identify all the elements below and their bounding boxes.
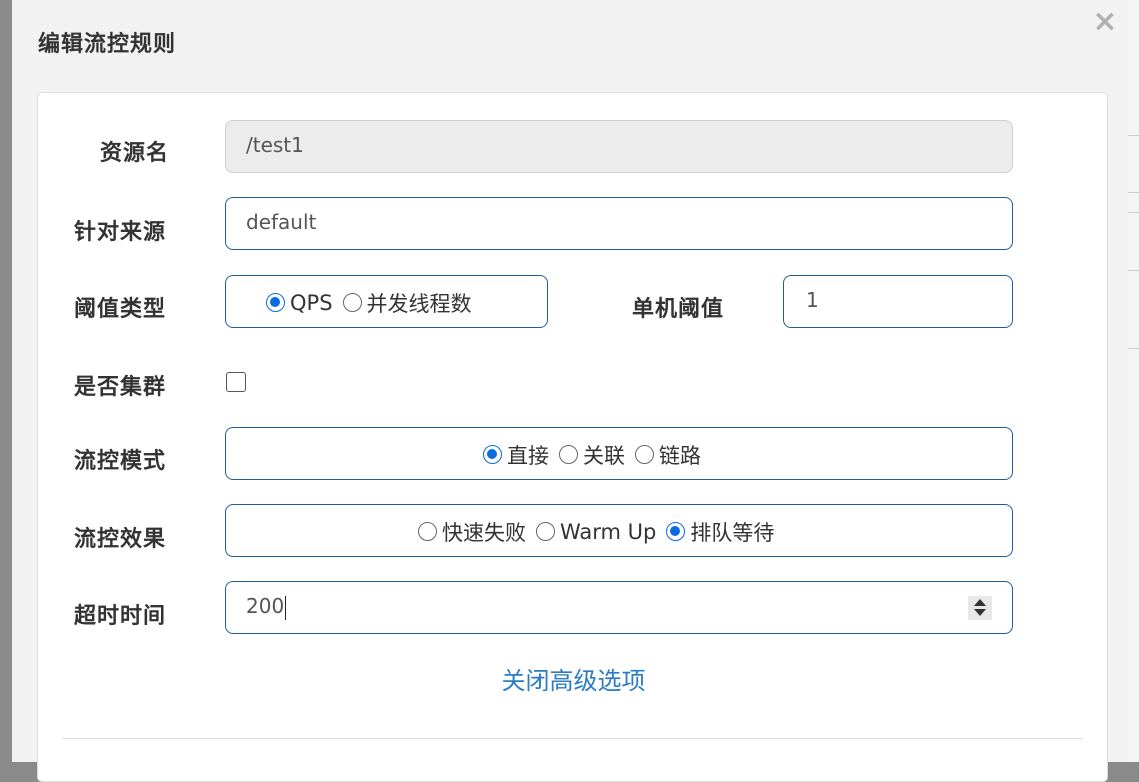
control-behavior-option-label: Warm Up [560, 519, 657, 544]
resource-value: /test1 [246, 133, 304, 157]
strategy-option-label: 链路 [659, 443, 701, 468]
radio-selected-icon [666, 522, 686, 541]
grade-label: 阈值类型 [74, 297, 167, 322]
background-page [1128, 0, 1139, 762]
grade-options: QPS 并发线程数 [266, 276, 482, 329]
control-behavior-option-warm-up[interactable]: Warm Up [536, 520, 656, 544]
spinner-up-icon[interactable] [974, 599, 986, 606]
background-divider [1128, 348, 1139, 349]
count-label: 单机阈值 [632, 297, 725, 322]
edit-flow-rule-dialog: 编辑流控规则 × 资源名 /test1 针对来源 default 阈值类型 QP… [12, 0, 1128, 782]
radio-unselected-icon [536, 522, 555, 541]
count-value: 1 [806, 288, 819, 312]
control-behavior-option-queue[interactable]: 排队等待 [666, 517, 774, 547]
background-divider [1128, 192, 1139, 193]
radio-unselected-icon [418, 522, 437, 541]
control-behavior-radio-group: 快速失败 Warm Up 排队等待 [225, 504, 1013, 557]
radio-unselected-icon [559, 445, 578, 464]
text-cursor [285, 595, 287, 620]
cluster-label: 是否集群 [74, 375, 167, 400]
resource-input: /test1 [225, 120, 1013, 173]
limit-app-label: 针对来源 [74, 220, 167, 245]
timeout-value-wrap: 200 [246, 594, 287, 620]
strategy-option-label: 直接 [507, 443, 549, 468]
timeout-input[interactable]: 200 [225, 581, 1013, 634]
toggle-advanced-options-link[interactable]: 关闭高级选项 [38, 661, 1109, 696]
radio-unselected-icon [342, 293, 362, 312]
grade-option-thread[interactable]: 并发线程数 [342, 288, 472, 318]
limit-app-value: default [246, 210, 317, 234]
control-behavior-option-fail-fast[interactable]: 快速失败 [418, 517, 526, 547]
limit-app-input[interactable]: default [225, 197, 1013, 250]
background-divider [1128, 270, 1139, 271]
footer-divider [62, 738, 1083, 739]
form-panel: 资源名 /test1 针对来源 default 阈值类型 QPS 并发线程数 单… [37, 92, 1108, 782]
radio-selected-icon [483, 445, 502, 464]
grade-option-qps[interactable]: QPS [266, 291, 333, 315]
strategy-option-chain[interactable]: 链路 [635, 440, 701, 470]
strategy-options: 直接 关联 链路 [483, 428, 711, 481]
grade-radio-group: QPS 并发线程数 [225, 275, 548, 328]
number-spinner[interactable] [968, 596, 992, 620]
modal-backdrop [0, 0, 12, 762]
count-input[interactable]: 1 [783, 275, 1013, 328]
radio-unselected-icon [635, 445, 654, 464]
strategy-option-direct[interactable]: 直接 [483, 440, 549, 470]
strategy-radio-group: 直接 关联 链路 [225, 427, 1013, 480]
close-icon[interactable]: × [1092, 6, 1118, 38]
cluster-checkbox[interactable] [226, 372, 246, 392]
dialog-title: 编辑流控规则 [38, 32, 177, 57]
grade-option-label: 并发线程数 [366, 291, 472, 316]
timeout-value: 200 [246, 594, 285, 618]
control-behavior-label: 流控效果 [74, 527, 167, 552]
resource-label: 资源名 [100, 141, 170, 166]
control-behavior-option-label: 快速失败 [442, 520, 526, 545]
background-divider [1128, 212, 1139, 213]
spinner-down-icon[interactable] [974, 609, 986, 616]
grade-option-label: QPS [290, 290, 333, 315]
control-behavior-option-label: 排队等待 [690, 520, 775, 545]
control-behavior-options: 快速失败 Warm Up 排队等待 [418, 505, 784, 558]
strategy-option-label: 关联 [583, 443, 625, 468]
radio-selected-icon [266, 293, 285, 312]
timeout-label: 超时时间 [74, 604, 167, 629]
background-divider [1128, 135, 1139, 136]
strategy-option-relate[interactable]: 关联 [559, 440, 625, 470]
strategy-label: 流控模式 [74, 449, 167, 474]
